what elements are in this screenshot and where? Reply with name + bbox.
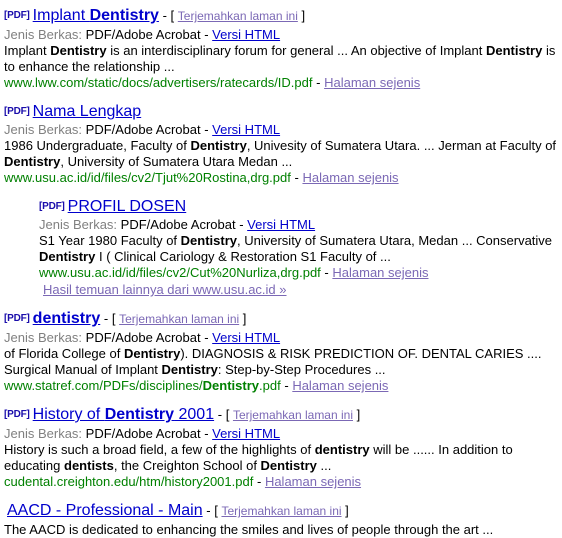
result-filetype-line: Jenis Berkas: PDF/Adobe Acrobat - Versi …: [4, 330, 562, 346]
filetype-label: Jenis Berkas:: [4, 27, 83, 42]
search-result: [PDF] dentistry - [ Terjemahkan laman ini…: [0, 309, 562, 394]
result-title-line: [PDF] Implant Dentistry - [ Terjemahkan l…: [4, 6, 562, 26]
filetype-separator: -: [204, 27, 209, 42]
bracket-close: ]: [301, 8, 306, 23]
result-url: cudental.creighton.edu/htm/history2001.p…: [4, 474, 254, 489]
title-dash: -: [162, 8, 167, 23]
bracket-open: [: [111, 311, 116, 326]
result-title-link[interactable]: History of Dentistry 2001: [33, 406, 214, 423]
result-title-link[interactable]: Implant Dentistry: [33, 7, 159, 24]
result-snippet: Implant Dentistry is an interdisciplinar…: [4, 43, 556, 74]
result-url-line: www.usu.ac.id/id/files/cv2/Cut%20Nurliza…: [39, 265, 562, 281]
similar-pages-link[interactable]: Halaman sejenis: [332, 265, 428, 280]
html-version-link[interactable]: Versi HTML: [212, 122, 280, 137]
result-snippet: The AACD is dedicated to enhancing the s…: [4, 522, 494, 537]
filetype-separator: -: [204, 330, 209, 345]
result-url-line: www.usu.ac.id/id/files/cv2/Tjut%20Rostin…: [4, 170, 562, 186]
result-title-link[interactable]: dentistry: [33, 310, 101, 327]
url-separator: -: [284, 378, 289, 393]
filetype-value: PDF/Adobe Acrobat: [85, 27, 201, 42]
filetype-label: Jenis Berkas:: [4, 330, 83, 345]
bracket-close: ]: [242, 311, 247, 326]
title-dash: -: [206, 503, 211, 518]
url-separator: -: [294, 170, 299, 185]
result-filetype-line: Jenis Berkas: PDF/Adobe Acrobat - Versi …: [4, 122, 562, 138]
filetype-label: Jenis Berkas:: [4, 122, 83, 137]
result-title-line: [PDF] dentistry - [ Terjemahkan laman ini…: [4, 309, 562, 329]
result-snippet: History is such a broad field, a few of …: [4, 442, 513, 473]
filetype-separator: -: [204, 426, 209, 441]
result-title-link[interactable]: AACD - Professional - Main: [7, 502, 203, 519]
html-version-link[interactable]: Versi HTML: [212, 27, 280, 42]
filetype-separator: -: [239, 217, 244, 232]
pdf-filetype-icon: [PDF]: [4, 106, 30, 117]
filetype-separator: -: [204, 122, 209, 137]
result-filetype-line: Jenis Berkas: PDF/Adobe Acrobat - Versi …: [39, 217, 562, 233]
search-results-list: [PDF] Implant Dentistry - [ Terjemahkan l…: [0, 0, 562, 538]
more-results-line: Hasil temuan lainnya dari www.usu.ac.id …: [39, 281, 562, 298]
result-title-line: AACD - Professional - Main - [ Terjemahk…: [4, 501, 562, 521]
html-version-link[interactable]: Versi HTML: [247, 217, 315, 232]
translate-page-link[interactable]: Terjemahkan laman ini: [178, 9, 298, 23]
bracket-open: [: [170, 8, 175, 23]
result-title-link[interactable]: Nama Lengkap: [33, 103, 142, 120]
result-url: www.lww.com/static/docs/advertisers/rate…: [4, 75, 313, 90]
result-title-line: [PDF] PROFIL DOSEN: [39, 197, 562, 216]
url-separator: -: [256, 474, 262, 489]
result-snippet: 1986 Undergraduate, Faculty of Dentistry…: [4, 138, 557, 169]
title-dash: -: [217, 407, 223, 422]
result-url-line: www.statref.com/PDFs/disciplines/Dentist…: [4, 378, 562, 394]
html-version-link[interactable]: Versi HTML: [212, 330, 280, 345]
result-url-line: cudental.creighton.edu/htm/history2001.p…: [4, 474, 562, 490]
translate-page-link[interactable]: Terjemahkan laman ini: [221, 504, 341, 518]
translate-page-link[interactable]: Terjemahkan laman ini: [233, 408, 353, 422]
pdf-filetype-icon: [PDF]: [4, 409, 30, 420]
result-filetype-line: Jenis Berkas: PDF/Adobe Acrobat - Versi …: [4, 27, 562, 43]
similar-pages-link[interactable]: Halaman sejenis: [265, 474, 361, 489]
url-separator: -: [324, 265, 329, 280]
similar-pages-link[interactable]: Halaman sejenis: [302, 170, 398, 185]
search-result: [PDF] History of Dentistry 2001 - [ Terje…: [0, 405, 562, 490]
more-results-from-site-link[interactable]: Hasil temuan lainnya dari www.usu.ac.id …: [43, 282, 287, 297]
result-snippet: S1 Year 1980 Faculty of Dentistry, Unive…: [39, 233, 553, 264]
filetype-value: PDF/Adobe Acrobat: [120, 217, 236, 232]
filetype-value: PDF/Adobe Acrobat: [85, 122, 201, 137]
result-url: www.usu.ac.id/id/files/cv2/Tjut%20Rostin…: [4, 170, 291, 185]
result-snippet: of Florida College of Dentistry). DIAGNO…: [4, 346, 542, 377]
similar-pages-link[interactable]: Halaman sejenis: [292, 378, 388, 393]
pdf-filetype-icon: [PDF]: [4, 313, 30, 324]
html-version-link[interactable]: Versi HTML: [212, 426, 280, 441]
translate-page-link[interactable]: Terjemahkan laman ini: [119, 312, 239, 326]
result-title-line: [PDF] History of Dentistry 2001 - [ Terje…: [4, 405, 562, 425]
pdf-filetype-icon: [PDF]: [39, 201, 65, 212]
url-separator: -: [316, 75, 321, 90]
result-title-line: [PDF] Nama Lengkap: [4, 102, 562, 121]
bracket-open: [: [214, 503, 218, 518]
similar-pages-link[interactable]: Halaman sejenis: [324, 75, 420, 90]
bracket-open: [: [225, 407, 230, 422]
filetype-value: PDF/Adobe Acrobat: [85, 330, 201, 345]
filetype-label: Jenis Berkas:: [4, 426, 83, 441]
search-result: [PDF] Nama Lengkap Jenis Berkas: PDF/Adobe…: [0, 102, 562, 186]
bracket-close: ]: [345, 503, 349, 518]
result-title-link[interactable]: PROFIL DOSEN: [68, 198, 187, 215]
filetype-label: Jenis Berkas:: [39, 217, 118, 232]
result-url: www.statref.com/PDFs/disciplines/Dentist…: [4, 378, 281, 393]
bracket-close: ]: [356, 407, 361, 422]
title-dash: -: [103, 311, 109, 326]
search-result: [PDF] Implant Dentistry - [ Terjemahkan l…: [0, 6, 562, 91]
pdf-filetype-icon: [PDF]: [4, 10, 30, 21]
filetype-value: PDF/Adobe Acrobat: [85, 426, 201, 441]
result-url: www.usu.ac.id/id/files/cv2/Cut%20Nurliza…: [39, 265, 321, 280]
result-filetype-line: Jenis Berkas: PDF/Adobe Acrobat - Versi …: [4, 426, 562, 442]
search-result: [PDF] PROFIL DOSEN Jenis Berkas: PDF/Adobe…: [0, 197, 562, 298]
result-url-line: www.lww.com/static/docs/advertisers/rate…: [4, 75, 562, 91]
